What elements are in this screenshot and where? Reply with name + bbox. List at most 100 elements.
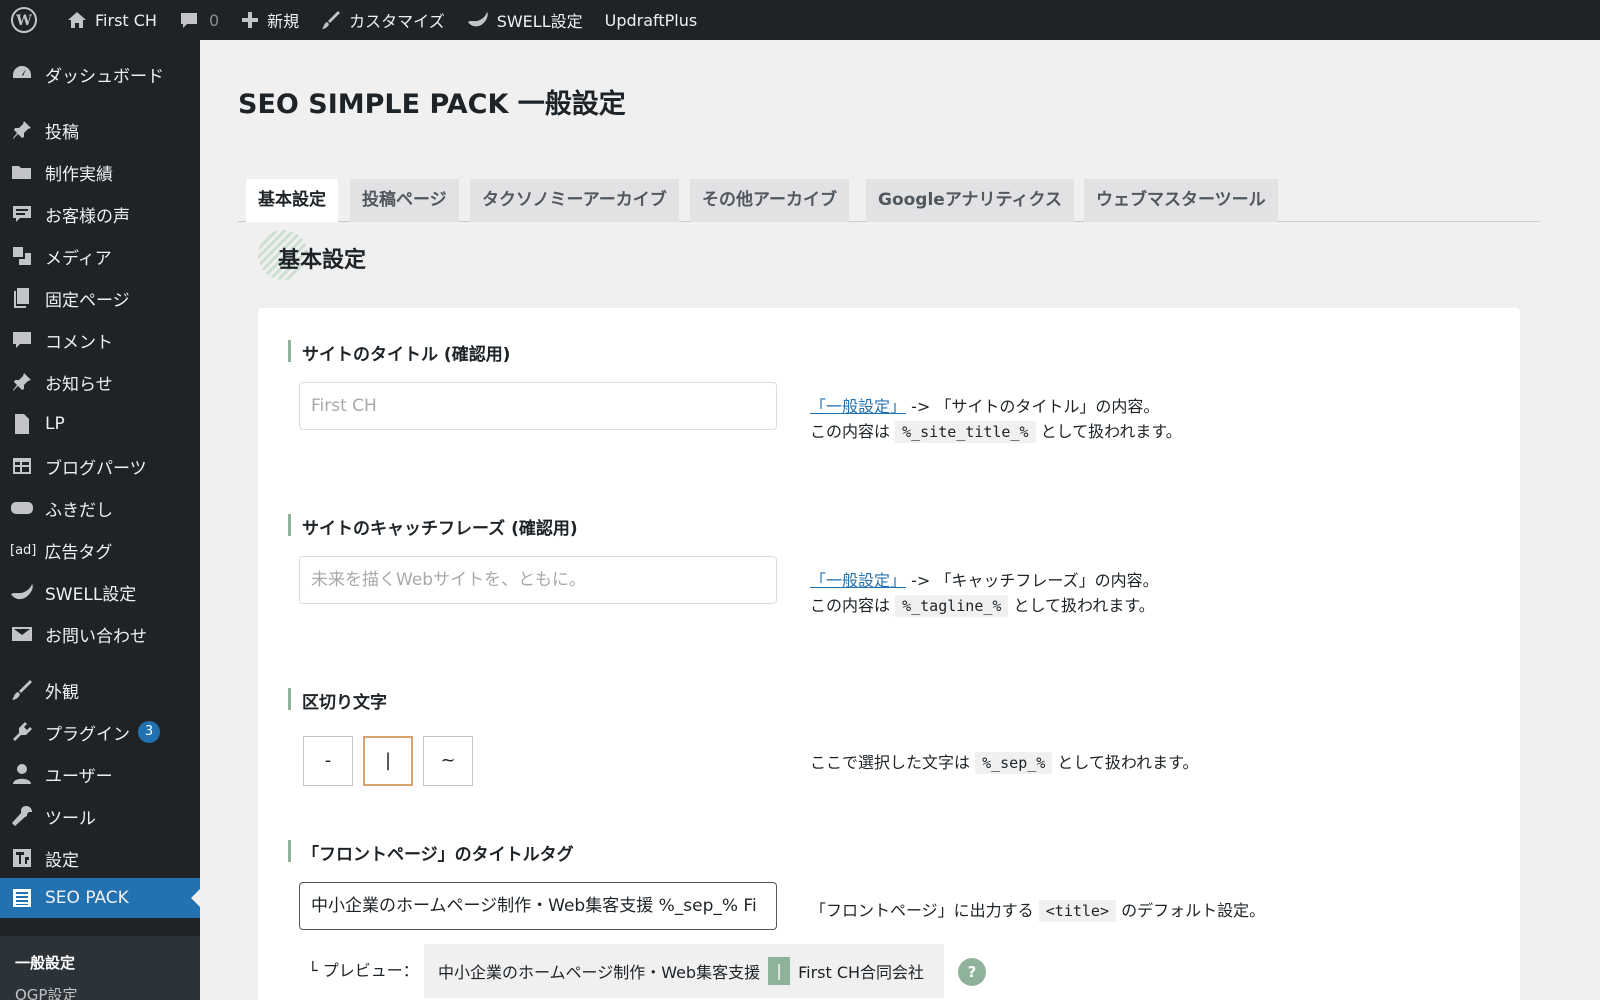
tab-basic[interactable]: 基本設定 [246, 179, 338, 222]
separator-label: 区切り文字 [288, 688, 387, 713]
general-settings-link-2[interactable]: 「一般設定」 [810, 571, 906, 590]
tagline-description: 「一般設定」 -> 「キャッチフレーズ」の内容。 この内容は %_tagline… [810, 568, 1159, 619]
comments-count: 0 [208, 10, 220, 30]
seo-pack-submenu: 一般設定 OGP設定 [0, 936, 200, 1000]
sidebar-item-13[interactable]: お問い合わせ [0, 614, 200, 654]
site-name-link[interactable]: First CH [56, 0, 168, 40]
wordpress-logo-icon[interactable]: W [0, 0, 56, 40]
sidebar-item-9[interactable]: ブログパーツ [0, 446, 200, 486]
ad-icon: [ad] [10, 542, 37, 558]
sidebar-item-14[interactable]: 外観 [0, 670, 200, 710]
sidebar-item-18[interactable]: 設定 [0, 838, 200, 878]
sidebar-item-3[interactable]: お客様の声 [0, 194, 200, 234]
submenu-ogp-settings[interactable]: OGP設定 [15, 984, 77, 1000]
updraft-label: UpdraftPlus [604, 10, 698, 30]
tab-google-analytics[interactable]: Googleアナリティクス [866, 179, 1074, 222]
sidebar-item-17[interactable]: ツール [0, 796, 200, 836]
sidebar-item-5[interactable]: 固定ページ [0, 278, 200, 318]
site-title-desc-line1: -> 「サイトのタイトル」の内容。 [906, 397, 1160, 416]
sidebar-item-label: 広告タグ [44, 542, 113, 563]
separator-option-dash[interactable]: - [303, 736, 353, 786]
sidebar-item-19[interactable]: SEO PACK [0, 878, 200, 918]
sidebar-item-label: お問い合わせ [45, 626, 147, 647]
sidebar-item-label: お客様の声 [45, 206, 130, 227]
comments-link[interactable]: 0 [168, 0, 230, 40]
title-tag-code: <title> [1038, 900, 1116, 922]
front-title-desc-pre: 「フロントページ」に出力する [810, 901, 1039, 920]
table-icon [10, 454, 34, 478]
separator-description: ここで選択した文字は %_sep_% として扱われます。 [810, 750, 1199, 776]
sidebar-item-6[interactable]: コメント [0, 320, 200, 360]
customize-link[interactable]: カスタマイズ [310, 0, 456, 40]
tagline-label: サイトのキャッチフレーズ (確認用) [288, 514, 578, 539]
sidebar-item-label: お知らせ [45, 374, 113, 395]
settings-icon [10, 846, 34, 870]
sidebar-item-4[interactable]: メディア [0, 236, 200, 276]
sidebar-item-7[interactable]: お知らせ [0, 362, 200, 402]
main-content: SEO SIMPLE PACK 一般設定 基本設定 投稿ページ タクソノミーアー… [200, 40, 1600, 1000]
front-title-label: 「フロントページ」のタイトルタグ [288, 840, 574, 865]
sidebar-item-11[interactable]: [ad] 広告タグ [0, 530, 200, 570]
tagline-desc-pre: この内容は [810, 596, 896, 615]
tab-taxonomy-archive[interactable]: タクソノミーアーカイブ [470, 179, 679, 222]
sidebar-item-12[interactable]: SWELL設定 [0, 572, 200, 612]
sidebar-item-label: 投稿 [45, 122, 79, 143]
site-title-input[interactable]: First CH [299, 382, 777, 430]
sidebar-item-label: ダッシュボード [45, 66, 164, 87]
front-title-desc-post: のデフォルト設定。 [1116, 901, 1266, 920]
sidebar-item-label: ふきだし [45, 500, 113, 521]
sidebar-item-15[interactable]: プラグイン 3 [0, 712, 200, 752]
sidebar-item-1[interactable]: 投稿 [0, 110, 200, 150]
sidebar-item-2[interactable]: 制作実績 [0, 152, 200, 192]
sidebar-item-label: LP [45, 414, 65, 434]
tab-posts[interactable]: 投稿ページ [350, 179, 459, 222]
updraftplus-link[interactable]: UpdraftPlus [594, 0, 709, 40]
tab-webmaster-tools[interactable]: ウェブマスターツール [1084, 179, 1278, 222]
preview-separator: | [768, 957, 791, 985]
preview-label: └ プレビュー： [308, 961, 419, 980]
sidebar-item-label: プラグイン [45, 724, 130, 745]
sidebar-item-8[interactable]: LP [0, 404, 200, 444]
dashboard-icon [10, 62, 34, 86]
pin-icon [10, 118, 34, 142]
separator-code: %_sep_% [975, 752, 1053, 774]
brush-icon [10, 678, 34, 702]
sidebar-item-0[interactable]: ダッシュボード [0, 54, 200, 94]
list-icon [10, 886, 34, 910]
sidebar-item-label: 設定 [45, 850, 79, 871]
tagline-desc-line1: -> 「キャッチフレーズ」の内容。 [906, 571, 1159, 590]
sidebar-item-16[interactable]: ユーザー [0, 754, 200, 794]
pages-icon [10, 286, 34, 310]
home-icon [68, 12, 86, 28]
front-title-input[interactable]: 中小企業のホームページ制作・Web集客支援 %_sep_% Fi [299, 882, 777, 930]
comment-icon [180, 13, 197, 28]
submenu-general-settings[interactable]: 一般設定 [15, 952, 75, 973]
sidebar-item-label: ブログパーツ [45, 458, 147, 479]
preview-site-name: First CH合同会社 [798, 963, 925, 982]
tab-other-archive[interactable]: その他アーカイブ [690, 179, 849, 222]
update-count-badge: 3 [138, 721, 160, 743]
bubble-icon [10, 496, 34, 520]
pin-icon [10, 370, 34, 394]
section-header: 基本設定 [258, 230, 458, 282]
help-icon[interactable]: ? [958, 958, 986, 986]
swell-label: SWELL設定 [496, 12, 583, 31]
general-settings-link[interactable]: 「一般設定」 [810, 397, 906, 416]
new-content-link[interactable]: 新規 [230, 0, 310, 40]
tagline-input[interactable]: 未来を描くWebサイトを、ともに。 [299, 556, 777, 604]
mail-icon [10, 622, 34, 646]
site-title-desc-pre: この内容は [810, 422, 896, 441]
comment-lines-icon [10, 202, 34, 226]
separator-option-tilde[interactable]: ~ [423, 736, 473, 786]
front-title-description: 「フロントページ」に出力する <title> のデフォルト設定。 [810, 898, 1265, 924]
sidebar-item-10[interactable]: ふきだし [0, 488, 200, 528]
swell-icon [10, 580, 34, 604]
swell-settings-link[interactable]: SWELL設定 [456, 0, 594, 40]
section-title: 基本設定 [278, 248, 367, 273]
site-title-label: サイトのタイトル (確認用) [288, 340, 510, 365]
plugin-icon [10, 720, 34, 744]
new-label: 新規 [267, 12, 300, 31]
sidebar-item-label: SEO PACK [45, 888, 129, 908]
separator-option-pipe[interactable]: | [363, 736, 413, 786]
comment-icon [10, 328, 34, 352]
